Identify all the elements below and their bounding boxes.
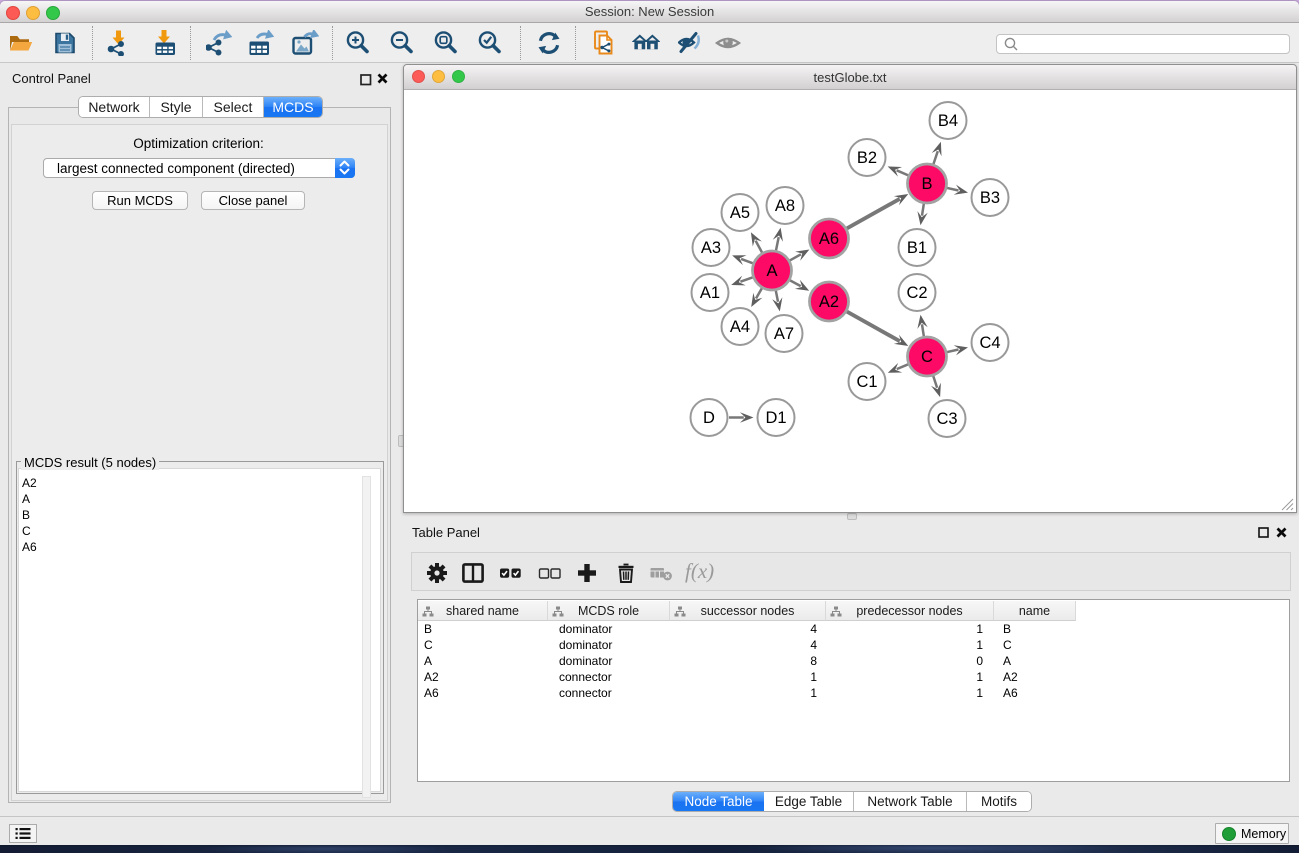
svg-text:C: C — [921, 348, 933, 366]
svg-text:A1: A1 — [700, 284, 720, 302]
svg-text:B3: B3 — [980, 189, 1000, 207]
svg-text:B2: B2 — [857, 149, 877, 167]
svg-text:D: D — [703, 409, 715, 427]
svg-text:A: A — [766, 262, 777, 280]
svg-text:A3: A3 — [701, 239, 721, 257]
svg-text:C1: C1 — [856, 373, 877, 391]
svg-text:A5: A5 — [730, 204, 750, 222]
svg-text:B1: B1 — [907, 239, 927, 257]
svg-text:A8: A8 — [775, 197, 795, 215]
svg-text:B4: B4 — [938, 112, 958, 130]
svg-text:C2: C2 — [906, 284, 927, 302]
svg-text:C3: C3 — [936, 410, 957, 428]
svg-text:A2: A2 — [819, 293, 839, 311]
svg-text:A6: A6 — [819, 230, 839, 248]
svg-text:A4: A4 — [730, 318, 750, 336]
svg-text:B: B — [921, 175, 932, 193]
svg-text:C4: C4 — [979, 334, 1000, 352]
svg-text:D1: D1 — [765, 409, 786, 427]
svg-text:A7: A7 — [774, 325, 794, 343]
